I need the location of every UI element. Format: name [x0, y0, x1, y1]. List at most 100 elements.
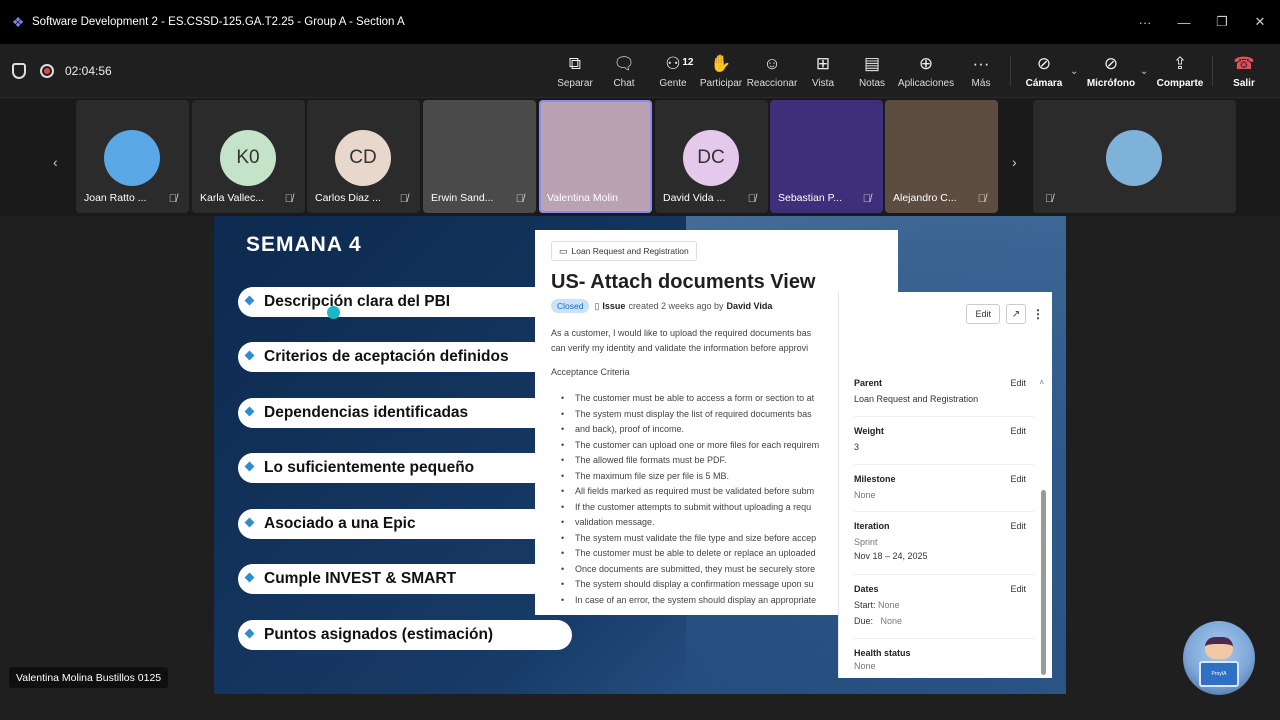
notes-icon: ▤ [863, 53, 881, 73]
issue-type-icon: ▯ [594, 300, 600, 311]
list-item: The system must display the list of requ… [561, 407, 841, 423]
list-item: The maximum file size per file is 5 MB. [561, 469, 841, 485]
bullet-icon [244, 406, 255, 417]
active-speaker-name: Valentina Molina Bustillos 0125 [9, 667, 169, 688]
close-button[interactable]: ✕ [1241, 0, 1279, 44]
meeting-toolbar: 02:04:56 ⧉ Separar 🗨 Chat ⚇ 12 Gente ✋ Pa… [0, 44, 1280, 98]
participant-strip: ‹ Joan Ratto ... 🎙̸ K0 Karla Vallec... 🎙… [0, 98, 1280, 216]
participant-name: David Vida ... [663, 192, 726, 204]
slide-item: Puntos asignados (estimación) [238, 620, 572, 650]
minimize-button[interactable]: — [1165, 0, 1203, 44]
list-item: The customer must be able to access a fo… [561, 391, 841, 407]
weight-value: 3 [854, 442, 860, 452]
share-label: Comparte [1156, 77, 1204, 89]
edit-dates-link[interactable]: Edit [1010, 584, 1026, 594]
due-value: None [880, 616, 903, 626]
acceptance-heading: Acceptance Criteria [551, 367, 630, 377]
collapse-chevron-icon[interactable]: ˄ [1039, 378, 1044, 387]
health-status-value: None [854, 661, 876, 671]
participant-tile[interactable]: CD Carlos Diaz ... 🎙̸ [307, 100, 420, 213]
participant-tile[interactable]: K0 Karla Vallec... 🎙̸ [192, 100, 305, 213]
bullet-icon [244, 350, 255, 361]
participant-video-tile[interactable]: Erwin Sand... 🎙̸ [423, 100, 536, 213]
participant-video-tile-active[interactable]: Valentina Molin... [539, 100, 652, 213]
participant-name: Joan Ratto ... [84, 192, 147, 204]
camera-off-icon: ⊘ [1036, 53, 1052, 73]
breadcrumb[interactable]: ▭ Loan Request and Registration [551, 241, 697, 261]
participant-tile[interactable]: Joan Ratto ... 🎙̸ [76, 100, 189, 213]
list-item: The customer can upload one or more file… [561, 438, 841, 454]
avatar: K0 [220, 130, 276, 186]
participant-tile[interactable]: DC David Vida ... 🎙̸ [655, 100, 768, 213]
share-button[interactable]: ⇪ Comparte [1156, 44, 1204, 98]
camera-options-chevron-icon[interactable]: ⌄ [1070, 66, 1078, 77]
edit-iteration-link[interactable]: Edit [1010, 521, 1026, 531]
notes-button[interactable]: ▤ Notas [850, 44, 894, 98]
window-title: Software Development 2 - ES.CSSD-125.GA.… [32, 16, 405, 28]
edit-milestone-link[interactable]: Edit [1010, 474, 1026, 484]
start-value: None [878, 600, 900, 610]
react-button[interactable]: ☺ Reaccionar [747, 44, 798, 98]
camera-button[interactable]: ⊘ Cámara [1022, 44, 1066, 98]
meeting-status: 02:04:56 [12, 44, 112, 98]
participant-name: Alejandro C... [893, 192, 957, 204]
participant-name: Sebastian P... [778, 192, 843, 204]
kebab-menu-icon[interactable]: ⋮ [1032, 307, 1044, 321]
issue-title: US- Attach documents View [551, 271, 816, 293]
participant-video-tile[interactable]: Sebastian P... 🎙̸ [770, 100, 883, 213]
issue-author[interactable]: David Vida [727, 301, 773, 311]
avatar [1106, 130, 1162, 186]
leave-button[interactable]: ☎ Salir [1226, 44, 1262, 98]
slide-item: Criterios de aceptación definidos [238, 342, 568, 372]
iteration-value[interactable]: Nov 18 – 24, 2025 [854, 551, 1034, 561]
view-label: Vista [811, 77, 835, 89]
pop-out-button[interactable]: ⧉ Separar [553, 44, 597, 98]
people-button[interactable]: ⚇ 12 Gente [648, 44, 698, 98]
microphone-button[interactable]: ⊘ Micrófono [1086, 44, 1136, 98]
scrollbar[interactable] [1041, 490, 1046, 675]
divider [854, 638, 1034, 639]
mic-options-chevron-icon[interactable]: ⌄ [1140, 66, 1148, 77]
people-label: Gente [659, 77, 687, 89]
participant-video-tile[interactable]: Alejandro C... 🎙̸ [885, 100, 998, 213]
slide-title: SEMANA 4 [246, 233, 362, 256]
sidebar-header-actions: Edit ↗ ⋮ [966, 304, 1044, 324]
assistant-bot-avatar: ProyIA [1183, 621, 1255, 695]
chat-icon: 🗨 [613, 53, 635, 73]
people-count-badge: 12 [682, 56, 694, 68]
chevron-left-icon[interactable]: ‹ [53, 154, 58, 170]
list-item: The allowed file formats must be PDF. [561, 453, 841, 469]
shield-icon[interactable] [12, 63, 26, 79]
chevron-right-icon[interactable]: › [1012, 154, 1017, 170]
restore-button[interactable]: ❐ [1203, 0, 1241, 44]
participant-name: Karla Vallec... [200, 192, 264, 204]
weight-section: Weight Edit 3 [854, 426, 1034, 452]
meeting-timer: 02:04:56 [65, 64, 112, 78]
participant-name: Erwin Sand... [431, 192, 494, 204]
apps-button[interactable]: ⊕ Aplicaciones [897, 44, 955, 98]
chat-button[interactable]: 🗨 Chat [602, 44, 646, 98]
window-title-bar: ❖ Software Development 2 - ES.CSSD-125.G… [0, 0, 1280, 44]
more-button[interactable]: ··· Más [961, 44, 1001, 98]
slide-item: Lo suficientemente pequeño [238, 453, 568, 483]
view-button[interactable]: ⊞ Vista [801, 44, 845, 98]
edit-weight-link[interactable]: Edit [1010, 426, 1026, 436]
acceptance-criteria-list: The customer must be able to access a fo… [561, 391, 841, 608]
participant-name: Carlos Diaz ... [315, 192, 381, 204]
participant-tile[interactable]: 🎙̸ [1033, 100, 1236, 213]
notes-label: Notas [858, 77, 886, 89]
teams-logo-icon: ❖ [11, 14, 25, 30]
window-more-button[interactable]: ··· [1126, 0, 1164, 44]
mic-off-icon: 🎙̸ [399, 193, 408, 205]
issue-created: created 2 weeks ago by [628, 301, 724, 311]
raise-hand-button[interactable]: ✋ Participar [698, 44, 744, 98]
list-item: The customer must be able to delete or r… [561, 546, 841, 562]
parent-value[interactable]: Loan Request and Registration [854, 394, 1034, 404]
slide-item: Asociado a una Epic [238, 509, 568, 539]
leave-label: Salir [1233, 77, 1255, 89]
edit-parent-link[interactable]: Edit [1010, 378, 1026, 388]
edit-button[interactable]: Edit [966, 304, 1000, 324]
open-new-tab-icon[interactable]: ↗ [1006, 304, 1026, 324]
milestone-section: Milestone Edit None [854, 474, 1034, 500]
react-icon: ☺ [763, 53, 781, 73]
